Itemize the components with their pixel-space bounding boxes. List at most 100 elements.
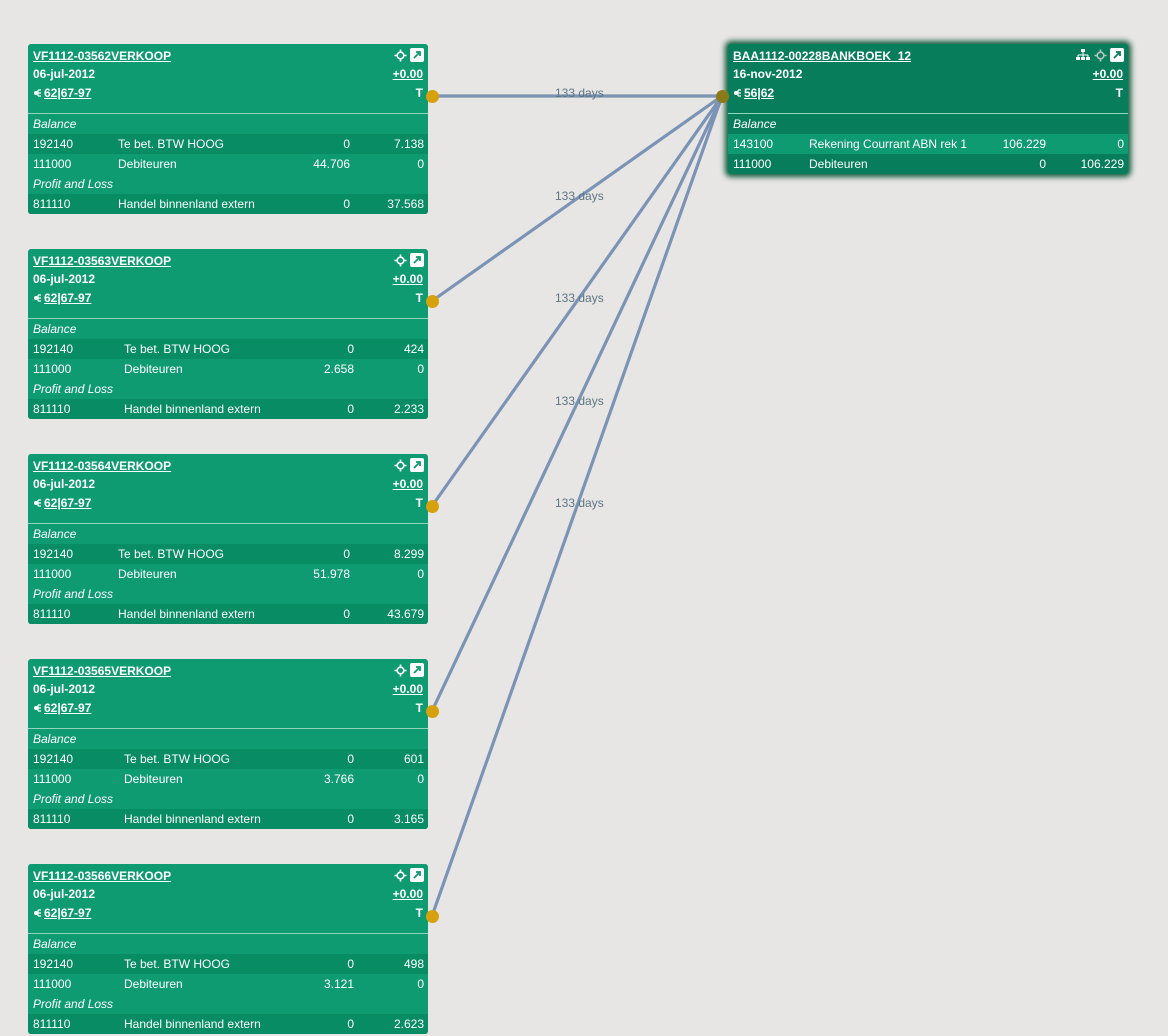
card-date: 06-jul-2012 bbox=[33, 477, 96, 491]
card-title-link[interactable]: BAA1112-00228BANKBOEK_12 bbox=[733, 49, 911, 63]
credit-value: 498 bbox=[403, 957, 424, 971]
link-anchor-5[interactable] bbox=[426, 910, 439, 923]
table-row: 111000 Debiteuren 3.121 0 bbox=[28, 974, 428, 994]
debit-value: 0 bbox=[343, 607, 350, 621]
card-amount-link[interactable]: +0.00 bbox=[393, 272, 423, 286]
balance-section-label: Balance bbox=[33, 732, 77, 746]
account-number: 111000 bbox=[33, 157, 72, 171]
balance-section-label: Balance bbox=[33, 937, 77, 951]
debit-value: 0 bbox=[1039, 157, 1046, 171]
account-name: Te bet. BTW HOOG bbox=[118, 547, 225, 561]
card-toolbar bbox=[393, 458, 424, 472]
card-header: VF1112-03564VERKOOP 06-jul-2012 +0.00 62… bbox=[28, 454, 428, 524]
card-refs-link[interactable]: 62|67-97 bbox=[44, 701, 91, 715]
open-external-icon[interactable] bbox=[1110, 48, 1124, 62]
credit-value: 0 bbox=[417, 772, 424, 786]
debit-value: 2.658 bbox=[323, 362, 354, 376]
open-external-icon[interactable] bbox=[410, 868, 424, 882]
debit-value: 0 bbox=[347, 812, 354, 826]
move-icon[interactable] bbox=[393, 663, 407, 677]
link-anchor-3[interactable] bbox=[426, 500, 439, 513]
balance-section-label: Balance bbox=[33, 117, 77, 131]
account-number: 192140 bbox=[33, 547, 74, 561]
account-number: 811110 bbox=[33, 607, 71, 621]
card-header: BAA1112-00228BANKBOEK_12 16-nov-2012 +0.… bbox=[728, 44, 1128, 114]
move-icon[interactable] bbox=[1093, 48, 1107, 62]
account-name: Te bet. BTW HOOG bbox=[124, 342, 231, 356]
account-name: Debiteuren bbox=[118, 567, 177, 581]
account-name: Te bet. BTW HOOG bbox=[118, 137, 225, 151]
link-duration-label-5: 133 days bbox=[555, 496, 604, 510]
card-title-link[interactable]: VF1112-03565VERKOOP bbox=[33, 664, 171, 678]
journal-card-4: VF1112-03565VERKOOP 06-jul-2012 +0.00 62… bbox=[28, 659, 428, 829]
account-name: Debiteuren bbox=[124, 362, 183, 376]
reference-icon bbox=[33, 908, 43, 918]
card-header: VF1112-03563VERKOOP 06-jul-2012 +0.00 62… bbox=[28, 249, 428, 319]
credit-value: 424 bbox=[403, 342, 424, 356]
credit-value: 0 bbox=[417, 567, 424, 581]
reference-icon bbox=[33, 88, 43, 98]
account-name: Debiteuren bbox=[809, 157, 868, 171]
card-refs-link[interactable]: 56|62 bbox=[744, 86, 774, 100]
card-title-link[interactable]: VF1112-03564VERKOOP bbox=[33, 459, 171, 473]
debit-value: 3.121 bbox=[323, 977, 354, 991]
account-name: Rekening Courrant ABN rek 1 bbox=[809, 137, 968, 151]
card-header: VF1112-03566VERKOOP 06-jul-2012 +0.00 62… bbox=[28, 864, 428, 934]
account-name: Te bet. BTW HOOG bbox=[124, 752, 231, 766]
card-refs-link[interactable]: 62|67-97 bbox=[44, 906, 91, 920]
card-amount-link[interactable]: +0.00 bbox=[393, 887, 423, 901]
target-link-anchor[interactable] bbox=[716, 90, 729, 103]
card-refs-link[interactable]: 62|67-97 bbox=[44, 496, 91, 510]
account-number: 192140 bbox=[33, 752, 74, 766]
link-anchor-2[interactable] bbox=[426, 295, 439, 308]
open-external-icon[interactable] bbox=[410, 663, 424, 677]
move-icon[interactable] bbox=[393, 868, 407, 882]
debit-value: 0 bbox=[343, 547, 350, 561]
card-amount-link[interactable]: +0.00 bbox=[393, 682, 423, 696]
card-title-link[interactable]: VF1112-03563VERKOOP bbox=[33, 254, 171, 268]
open-external-icon[interactable] bbox=[410, 458, 424, 472]
card-t-marker: T bbox=[1115, 86, 1123, 100]
move-icon[interactable] bbox=[393, 458, 407, 472]
link-anchor-1[interactable] bbox=[426, 90, 439, 103]
card-refs: 62|67-97 bbox=[33, 496, 91, 510]
balance-section-label: Balance bbox=[733, 117, 777, 131]
card-t-marker: T bbox=[415, 906, 423, 920]
card-refs: 62|67-97 bbox=[33, 906, 91, 920]
table-row: 111000 Debiteuren 2.658 0 bbox=[28, 359, 428, 379]
debit-value: 0 bbox=[343, 197, 350, 211]
hierarchy-icon[interactable] bbox=[1076, 48, 1090, 62]
card-refs-link[interactable]: 62|67-97 bbox=[44, 86, 91, 100]
move-icon[interactable] bbox=[393, 253, 407, 267]
link-anchor-4[interactable] bbox=[426, 705, 439, 718]
card-amount-link[interactable]: +0.00 bbox=[393, 67, 423, 81]
debit-value: 44.706 bbox=[313, 157, 350, 171]
account-number: 111000 bbox=[33, 567, 72, 581]
card-date: 06-jul-2012 bbox=[33, 272, 96, 286]
account-number: 811110 bbox=[33, 402, 71, 416]
account-number: 811110 bbox=[33, 1017, 71, 1031]
journal-link-canvas: 133 days 133 days 133 days 133 days 133 … bbox=[0, 0, 1168, 1036]
account-name: Debiteuren bbox=[124, 977, 183, 991]
card-refs-link[interactable]: 62|67-97 bbox=[44, 291, 91, 305]
card-title-link[interactable]: VF1112-03566VERKOOP bbox=[33, 869, 171, 883]
account-number: 811110 bbox=[33, 812, 71, 826]
card-amount-link[interactable]: +0.00 bbox=[1093, 67, 1123, 81]
open-external-icon[interactable] bbox=[410, 48, 424, 62]
card-toolbar bbox=[393, 663, 424, 677]
debit-value: 3.766 bbox=[323, 772, 354, 786]
account-name: Handel binnenland extern bbox=[118, 197, 255, 211]
link-duration-label-2: 133 days bbox=[555, 189, 604, 203]
card-title-link[interactable]: VF1112-03562VERKOOP bbox=[33, 49, 171, 63]
table-row: 811110 Handel binnenland extern 0 37.568 bbox=[28, 194, 428, 214]
open-external-icon[interactable] bbox=[410, 253, 424, 267]
card-amount-link[interactable]: +0.00 bbox=[393, 477, 423, 491]
table-row: 192140 Te bet. BTW HOOG 0 7.138 bbox=[28, 134, 428, 154]
table-row: 811110 Handel binnenland extern 0 2.233 bbox=[28, 399, 428, 419]
credit-value: 2.233 bbox=[393, 402, 424, 416]
link-duration-label-3: 133 days bbox=[555, 291, 604, 305]
card-date: 16-nov-2012 bbox=[733, 67, 803, 81]
credit-value: 7.138 bbox=[393, 137, 424, 151]
card-toolbar bbox=[393, 868, 424, 882]
move-icon[interactable] bbox=[393, 48, 407, 62]
